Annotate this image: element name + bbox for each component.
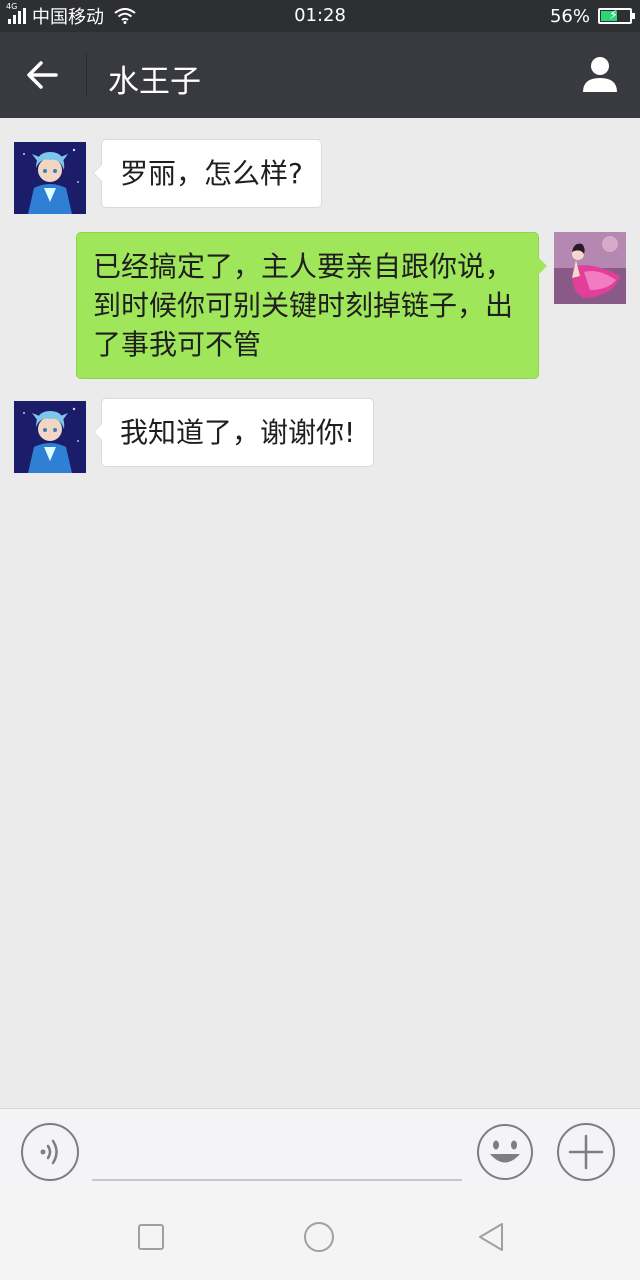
input-bar bbox=[0, 1108, 640, 1194]
voice-button[interactable] bbox=[21, 1123, 79, 1181]
plus-button[interactable] bbox=[557, 1123, 615, 1181]
circle-icon[interactable] bbox=[302, 1220, 336, 1254]
chat-title: 水王子 bbox=[108, 64, 201, 100]
message-line: 到时候你可别关键时刻掉链子，出 bbox=[93, 289, 514, 322]
message-text: 罗丽，怎么样? bbox=[120, 157, 303, 190]
square-icon[interactable] bbox=[134, 1220, 168, 1254]
outgoing-message-bubble[interactable]: 已经搞定了，主人要亲自跟你说， 到时候你可别关键时刻掉链子，出 了事我可不管 bbox=[76, 232, 547, 379]
incoming-message-bubble[interactable]: 罗丽，怎么样? bbox=[93, 139, 322, 208]
message-input[interactable] bbox=[92, 1129, 462, 1181]
status-time: 01:28 bbox=[294, 5, 346, 26]
system-nav-bar bbox=[0, 1194, 640, 1280]
person-icon[interactable] bbox=[580, 54, 620, 96]
message-line: 了事我可不管 bbox=[93, 328, 262, 361]
plus-icon bbox=[568, 1134, 604, 1170]
title-bar: 水王子 bbox=[0, 32, 640, 118]
status-bar: 4G 中国移动 01:28 56% ⚡ bbox=[0, 0, 640, 32]
smiley-icon[interactable] bbox=[476, 1123, 534, 1181]
contact-avatar[interactable] bbox=[14, 142, 86, 214]
message-line: 已经搞定了，主人要亲自跟你说， bbox=[93, 250, 514, 283]
my-avatar[interactable] bbox=[554, 232, 626, 304]
arrow-left-icon[interactable] bbox=[20, 55, 64, 95]
incoming-message-bubble[interactable]: 我知道了，谢谢你! bbox=[92, 398, 375, 467]
charging-bolt-icon: ⚡ bbox=[609, 8, 619, 23]
voice-icon bbox=[40, 1139, 58, 1165]
triangle-back-icon[interactable] bbox=[474, 1220, 508, 1254]
battery-icon: ⚡ bbox=[598, 8, 635, 24]
message-text: 我知道了，谢谢你! bbox=[120, 416, 356, 449]
status-right: 56% ⚡ bbox=[549, 4, 635, 28]
contact-avatar[interactable] bbox=[14, 401, 86, 473]
header-divider bbox=[86, 54, 87, 96]
chat-area[interactable]: 罗丽，怎么样? 已经搞定了，主人要亲自跟你说， 到时候你可别关键时刻掉链子，出 … bbox=[0, 118, 640, 1108]
battery-percent: 56% bbox=[549, 5, 590, 27]
